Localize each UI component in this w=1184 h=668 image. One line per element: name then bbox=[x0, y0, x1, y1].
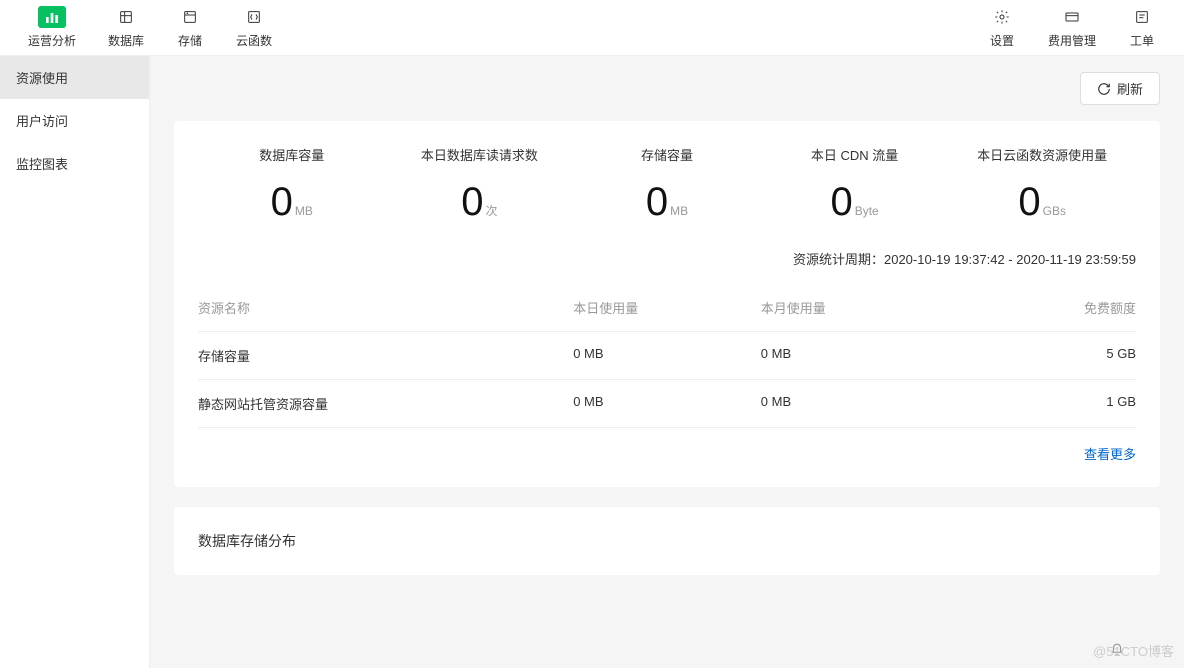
col-today: 本日使用量 bbox=[573, 298, 761, 317]
cell-name: 存储容量 bbox=[198, 346, 573, 365]
cell-month: 0 MB bbox=[761, 346, 949, 365]
topnav-label: 运营分析 bbox=[28, 32, 76, 49]
topnav-label: 数据库 bbox=[108, 32, 144, 49]
stat-value: 0 bbox=[1018, 180, 1040, 225]
stat-label: 存储容量 bbox=[573, 145, 761, 164]
col-month: 本月使用量 bbox=[761, 298, 949, 317]
db-distribution-panel: 数据库存储分布 bbox=[174, 507, 1160, 575]
refresh-icon bbox=[1097, 82, 1111, 96]
storage-icon bbox=[176, 6, 204, 28]
refresh-label: 刷新 bbox=[1117, 79, 1143, 98]
topnav-ticket[interactable]: 工单 bbox=[1112, 0, 1172, 55]
col-quota: 免费额度 bbox=[948, 298, 1136, 317]
stat-value: 0 bbox=[830, 180, 852, 225]
sidebar-item-user-access[interactable]: 用户访问 bbox=[0, 99, 149, 142]
topnav-label: 设置 bbox=[990, 32, 1014, 49]
sidebar-item-resource-usage[interactable]: 资源使用 bbox=[0, 56, 149, 99]
stat-cdn-traffic: 本日 CDN 流量 0Byte bbox=[761, 145, 949, 225]
sidebar: 资源使用 用户访问 监控图表 bbox=[0, 56, 150, 668]
resource-table: 资源名称 本日使用量 本月使用量 免费额度 存储容量 0 MB 0 MB 5 G… bbox=[198, 284, 1136, 428]
topnav-label: 云函数 bbox=[236, 32, 272, 49]
stat-label: 本日云函数资源使用量 bbox=[948, 145, 1136, 164]
topnav-analytics[interactable]: 运营分析 bbox=[12, 0, 92, 55]
function-icon bbox=[240, 6, 268, 28]
analytics-icon bbox=[38, 6, 66, 28]
topnav-storage[interactable]: 存储 bbox=[160, 0, 220, 55]
topnav-database[interactable]: 数据库 bbox=[92, 0, 160, 55]
top-navbar: 运营分析 数据库 存储 云函数 设置 费用管理 工单 bbox=[0, 0, 1184, 56]
statistics-period: 资源统计周期：2020-10-19 19:37:42 - 2020-11-19 … bbox=[198, 249, 1136, 268]
cell-name: 静态网站托管资源容量 bbox=[198, 394, 573, 413]
topnav-label: 存储 bbox=[178, 32, 202, 49]
topnav-settings[interactable]: 设置 bbox=[972, 0, 1032, 55]
top-nav-left: 运营分析 数据库 存储 云函数 bbox=[12, 0, 288, 55]
stat-db-capacity: 数据库容量 0MB bbox=[198, 145, 386, 225]
stat-value: 0 bbox=[271, 180, 293, 225]
stat-unit: Byte bbox=[855, 204, 879, 218]
table-row: 存储容量 0 MB 0 MB 5 GB bbox=[198, 332, 1136, 380]
cell-quota: 1 GB bbox=[948, 394, 1136, 413]
table-row: 静态网站托管资源容量 0 MB 0 MB 1 GB bbox=[198, 380, 1136, 428]
stat-value: 0 bbox=[646, 180, 668, 225]
refresh-button[interactable]: 刷新 bbox=[1080, 72, 1160, 105]
watermark: @51CTO博客 bbox=[1093, 641, 1174, 660]
db-section-title: 数据库存储分布 bbox=[198, 531, 1136, 551]
sidebar-item-monitor-chart[interactable]: 监控图表 bbox=[0, 142, 149, 185]
stat-label: 数据库容量 bbox=[198, 145, 386, 164]
cell-today: 0 MB bbox=[573, 346, 761, 365]
stat-value: 0 bbox=[461, 180, 483, 225]
stat-function-usage: 本日云函数资源使用量 0GBs bbox=[948, 145, 1136, 225]
stat-storage-capacity: 存储容量 0MB bbox=[573, 145, 761, 225]
stat-unit: 次 bbox=[486, 204, 498, 218]
billing-icon bbox=[1058, 6, 1086, 28]
col-name: 资源名称 bbox=[198, 298, 573, 317]
main-content: 刷新 数据库容量 0MB 本日数据库读请求数 0次 存储容量 0MB 本日 CD… bbox=[150, 56, 1184, 668]
stat-db-read-requests: 本日数据库读请求数 0次 bbox=[386, 145, 574, 225]
stats-panel: 数据库容量 0MB 本日数据库读请求数 0次 存储容量 0MB 本日 CDN 流… bbox=[174, 121, 1160, 487]
stat-label: 本日数据库读请求数 bbox=[386, 145, 574, 164]
topnav-label: 工单 bbox=[1130, 32, 1154, 49]
top-nav-right: 设置 费用管理 工单 bbox=[972, 0, 1172, 55]
cell-today: 0 MB bbox=[573, 394, 761, 413]
database-icon bbox=[112, 6, 140, 28]
stat-unit: MB bbox=[295, 204, 313, 218]
view-more-container: 查看更多 bbox=[198, 428, 1136, 463]
stat-unit: GBs bbox=[1043, 204, 1066, 218]
cell-month: 0 MB bbox=[761, 394, 949, 413]
cell-quota: 5 GB bbox=[948, 346, 1136, 365]
stat-label: 本日 CDN 流量 bbox=[761, 145, 949, 164]
topnav-cloud-function[interactable]: 云函数 bbox=[220, 0, 288, 55]
stat-unit: MB bbox=[670, 204, 688, 218]
table-header: 资源名称 本日使用量 本月使用量 免费额度 bbox=[198, 284, 1136, 332]
view-more-link[interactable]: 查看更多 bbox=[1084, 447, 1136, 462]
topnav-label: 费用管理 bbox=[1048, 32, 1096, 49]
gear-icon bbox=[988, 6, 1016, 28]
topnav-billing[interactable]: 费用管理 bbox=[1032, 0, 1112, 55]
ticket-icon bbox=[1128, 6, 1156, 28]
